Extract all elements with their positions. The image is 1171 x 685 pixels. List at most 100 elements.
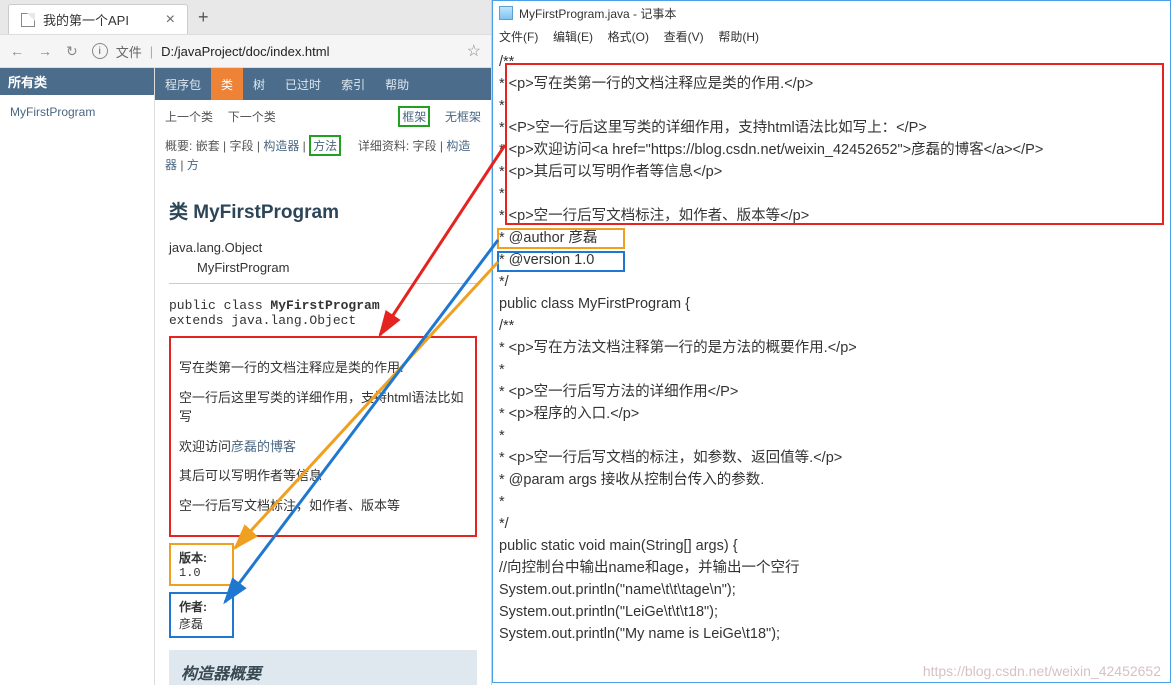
noframes-link[interactable]: 无框架 — [445, 108, 481, 125]
allclasses-header: 所有类 — [0, 68, 154, 95]
code-line: * @version 1.0 — [499, 249, 1164, 271]
back-icon[interactable]: ← — [10, 43, 24, 59]
code-line: * — [499, 183, 1164, 205]
desc-line-1: 写在类第一行的文档注释应是类的作用. — [179, 358, 467, 378]
code-line: System.out.println("My name is LeiGe\t18… — [499, 623, 1164, 645]
refresh-icon[interactable]: ↻ — [66, 43, 78, 60]
description-highlight: 写在类第一行的文档注释应是类的作用. 空一行后这里写类的详细作用，支持html语… — [169, 336, 477, 537]
author-label: 作者: — [179, 598, 224, 615]
class-frame: 程序包 类 树 已过时 索引 帮助 上一个类 下一个类 框架 无框架 概要: 嵌… — [155, 68, 491, 685]
notepad-window: MyFirstProgram.java - 记事本 文件(F) 编辑(E) 格式… — [492, 0, 1171, 683]
code-line: * — [499, 359, 1164, 381]
url-prefix: 文件 — [116, 42, 142, 61]
code-line: * <p>其后可以写明作者等信息</p> — [499, 161, 1164, 183]
url-separator: | — [150, 44, 153, 59]
browser-window: 我的第一个API × + ← → ↻ i 文件 | D:/javaProject… — [0, 0, 492, 685]
code-line: * <p>空一行后写方法的详细作用</P> — [499, 381, 1164, 403]
javadoc-frameset: 所有类 MyFirstProgram 程序包 类 树 已过时 索引 帮助 上一个… — [0, 68, 491, 685]
class-declaration: public class MyFirstProgram extends java… — [169, 298, 477, 328]
notepad-icon — [499, 6, 513, 20]
code-line: * @param args 接收从控制台传入的参数. — [499, 469, 1164, 491]
file-icon — [21, 13, 35, 27]
code-line: * — [499, 425, 1164, 447]
inherit-object: java.lang.Object — [169, 238, 477, 258]
desc-line-2: 空一行后这里写类的详细作用，支持html语法比如写 — [179, 388, 467, 427]
allclasses-frame: 所有类 MyFirstProgram — [0, 68, 155, 685]
code-line: * <p>欢迎访问<a href="https://blog.csdn.net/… — [499, 139, 1164, 161]
class-content: 类 MyFirstProgram java.lang.Object MyFirs… — [155, 181, 491, 685]
close-icon[interactable]: × — [166, 12, 175, 28]
menu-view[interactable]: 查看(V) — [664, 28, 704, 45]
detail-method[interactable]: 方 — [187, 158, 199, 172]
summary-label: 概要: — [165, 139, 192, 153]
menu-edit[interactable]: 编辑(E) — [553, 28, 593, 45]
forward-icon[interactable]: → — [38, 43, 52, 59]
url-path: D:/javaProject/doc/index.html — [161, 44, 329, 59]
menu-file[interactable]: 文件(F) — [499, 28, 538, 45]
favorite-icon[interactable]: ☆ — [467, 41, 481, 61]
notepad-body[interactable]: /** * <p>写在类第一行的文档注释应是类的作用.</p> * * <P>空… — [493, 47, 1170, 649]
divider — [169, 283, 477, 284]
tab-title: 我的第一个API — [43, 10, 129, 29]
code-line: System.out.println("name\t\t\tage\n"); — [499, 579, 1164, 601]
constructor-summary-header: 构造器概要 — [169, 650, 477, 685]
frames-link[interactable]: 框架 — [398, 106, 430, 127]
notepad-titlebar[interactable]: MyFirstProgram.java - 记事本 — [493, 1, 1170, 25]
nav-class[interactable]: 类 — [211, 68, 243, 100]
watermark: https://blog.csdn.net/weixin_42452652 — [923, 663, 1161, 679]
notepad-menubar: 文件(F) 编辑(E) 格式(O) 查看(V) 帮助(H) — [493, 25, 1170, 47]
notepad-title: MyFirstProgram.java - 记事本 — [519, 5, 676, 22]
code-line: * — [499, 491, 1164, 513]
summary-nested: 嵌套 — [196, 139, 220, 153]
menu-format[interactable]: 格式(O) — [608, 28, 649, 45]
code-line: /** — [499, 315, 1164, 337]
inherit-self: MyFirstProgram — [169, 258, 477, 278]
nav-index[interactable]: 索引 — [331, 76, 375, 93]
sub-nav-1: 上一个类 下一个类 框架 无框架 — [155, 100, 491, 133]
page-title: 类 MyFirstProgram — [169, 197, 477, 224]
new-tab-button[interactable]: + — [188, 1, 219, 34]
author-value: 彦磊 — [179, 615, 224, 632]
nav-tree[interactable]: 树 — [243, 76, 275, 93]
version-label: 版本: — [179, 549, 224, 566]
code-line: * <P>空一行后这里写类的详细作用，支持html语法比如写上：</P> — [499, 117, 1164, 139]
code-line: //向控制台中输出name和age，并输出一个空行 — [499, 557, 1164, 579]
code-line: public static void main(String[] args) { — [499, 535, 1164, 557]
code-line: * <p>写在类第一行的文档注释应是类的作用.</p> — [499, 73, 1164, 95]
author-highlight: 作者: 彦磊 — [169, 592, 234, 638]
nav-deprecated[interactable]: 已过时 — [275, 76, 331, 93]
code-line: */ — [499, 271, 1164, 293]
code-line: /** — [499, 51, 1164, 73]
code-line: * <p>空一行后写文档标注，如作者、版本等</p> — [499, 205, 1164, 227]
desc-line-5: 空一行后写文档标注，如作者、版本等 — [179, 496, 467, 516]
summary-field: 字段 — [230, 139, 254, 153]
info-icon[interactable]: i — [92, 43, 108, 59]
summary-method[interactable]: 方法 — [313, 139, 337, 153]
nav-package[interactable]: 程序包 — [155, 76, 211, 93]
inheritance-tree: java.lang.Object MyFirstProgram — [169, 238, 477, 277]
top-nav: 程序包 类 树 已过时 索引 帮助 — [155, 68, 491, 100]
address-bar: ← → ↻ i 文件 | D:/javaProject/doc/index.ht… — [0, 34, 491, 68]
prev-class: 上一个类 — [165, 108, 213, 125]
browser-tab[interactable]: 我的第一个API × — [8, 4, 188, 34]
detail-label: 详细资料: — [358, 139, 409, 153]
version-value: 1.0 — [179, 566, 224, 580]
url-field[interactable]: i 文件 | D:/javaProject/doc/index.html — [92, 42, 453, 61]
desc-link[interactable]: 彦磊的博客 — [231, 439, 296, 454]
next-class: 下一个类 — [228, 108, 276, 125]
code-line: * <p>程序的入口.</p> — [499, 403, 1164, 425]
code-line: * <p>写在方法文档注释第一行的是方法的概要作用.</p> — [499, 337, 1164, 359]
code-line: */ — [499, 513, 1164, 535]
desc-line-3a: 欢迎访问 — [179, 439, 231, 454]
menu-help[interactable]: 帮助(H) — [718, 28, 759, 45]
code-line: public class MyFirstProgram { — [499, 293, 1164, 315]
version-highlight: 版本: 1.0 — [169, 543, 234, 586]
summary-constructor[interactable]: 构造器 — [263, 139, 299, 153]
desc-line-4: 其后可以写明作者等信息 — [179, 466, 467, 486]
tab-strip: 我的第一个API × + — [0, 0, 491, 34]
sub-nav-2: 概要: 嵌套 | 字段 | 构造器 | 方法 详细资料: 字段 | 构造器 | … — [155, 133, 491, 181]
code-line: * @author 彦磊 — [499, 227, 1164, 249]
allclasses-link[interactable]: MyFirstProgram — [0, 95, 154, 129]
nav-help[interactable]: 帮助 — [375, 76, 419, 93]
detail-field: 字段 — [413, 139, 437, 153]
